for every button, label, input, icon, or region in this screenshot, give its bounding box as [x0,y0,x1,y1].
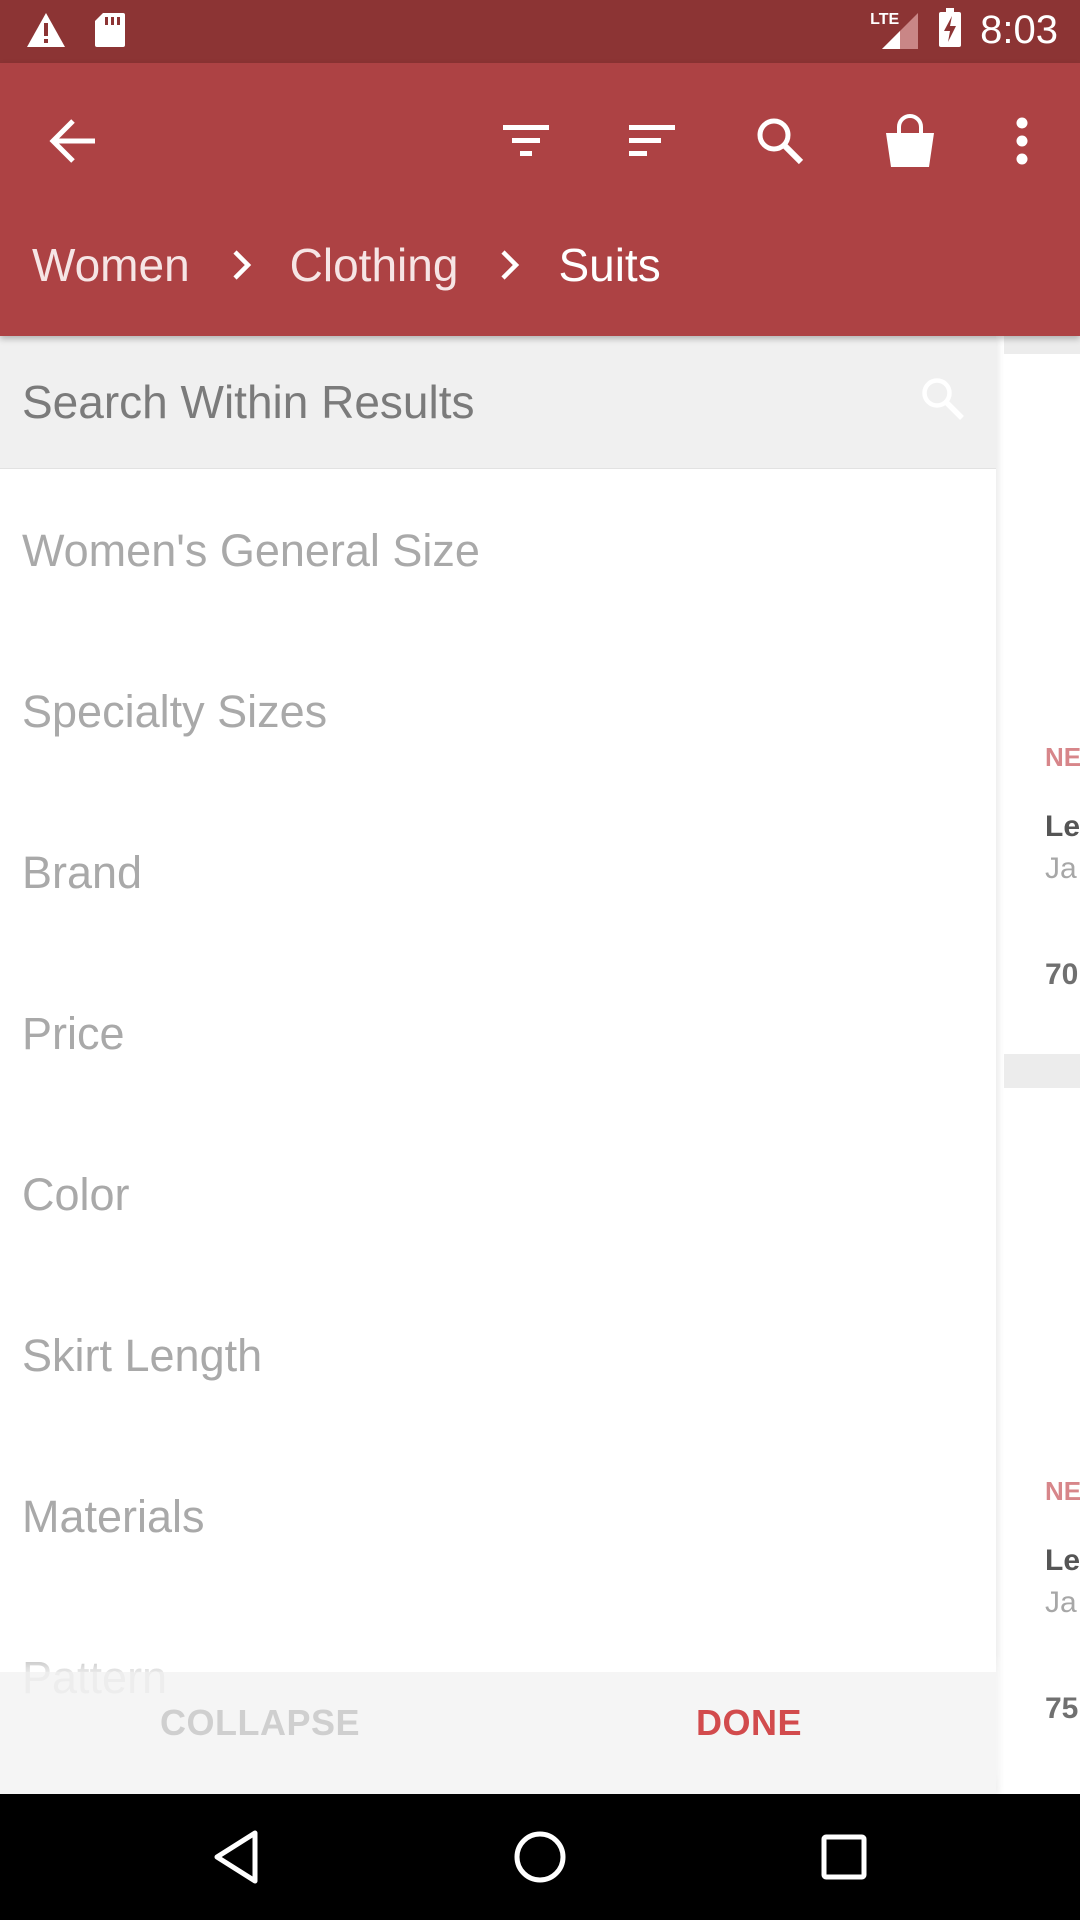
product-price: 70 [1045,958,1079,991]
filter-button[interactable] [486,101,566,181]
breadcrumb-women[interactable]: Women [32,238,190,292]
warning-icon [26,12,66,53]
battery-charging-icon [938,8,962,53]
search-within-input[interactable] [22,360,902,444]
app-bar: Women Clothing Suits [0,63,1080,336]
chevron-right-icon [232,249,252,281]
nav-home-button[interactable] [500,1824,580,1890]
filter-specialty-sizes[interactable]: Specialty Sizes [22,686,327,738]
chevron-right-icon [500,249,520,281]
product-list: NEW Le Ja 70 NEW Le Ja 75 [1004,336,1080,1794]
product-card[interactable]: NEW Le Ja 75 [1004,1088,1080,1794]
back-arrow-icon [49,119,95,163]
back-button[interactable] [34,101,114,181]
product-name: Le [1045,810,1080,843]
product-card[interactable]: NEW Le Ja 70 [1004,354,1080,1054]
search-icon [757,118,804,165]
search-within-results [0,336,996,469]
shopping-bag-icon [886,114,934,167]
filter-icon [503,125,549,156]
filter-price[interactable]: Price [22,1008,125,1060]
sort-icon [629,125,675,156]
home-circle-icon [514,1831,566,1883]
nav-back-button[interactable] [196,1824,276,1890]
sort-button[interactable] [612,101,692,181]
done-button[interactable]: DONE [696,1702,802,1744]
back-triangle-icon [214,1830,258,1884]
product-brand: Ja [1045,852,1077,885]
filter-list: Women's General Size Specialty Sizes Bra… [0,469,996,1794]
sd-card-icon [94,12,126,53]
collapse-button[interactable]: COLLAPSE [160,1702,360,1744]
system-nav-bar [0,1794,1080,1920]
nav-recents-button[interactable] [804,1824,884,1890]
product-price: 75 [1045,1692,1079,1725]
product-badge: NEW [1045,1476,1080,1506]
breadcrumb-clothing[interactable]: Clothing [290,238,459,292]
product-badge: NEW [1045,742,1080,772]
breadcrumb: Women Clothing Suits [32,238,661,292]
filter-womens-general-size[interactable]: Women's General Size [22,525,480,577]
recents-square-icon [821,1834,867,1880]
filter-action-bar: COLLAPSE DONE [0,1672,996,1794]
status-bar: LTE 8:03 [0,0,1080,63]
more-vert-icon [1016,117,1028,165]
shopping-bag-button[interactable] [870,101,950,181]
lte-signal-icon: LTE [870,11,920,51]
filter-color[interactable]: Color [22,1169,130,1221]
more-options-button[interactable] [982,101,1062,181]
search-button[interactable] [740,101,820,181]
filter-skirt-length[interactable]: Skirt Length [22,1330,262,1382]
breadcrumb-suits: Suits [558,239,661,291]
product-name: Le [1045,1544,1080,1577]
filter-panel: Women's General Size Specialty Sizes Bra… [0,336,996,1794]
filter-materials[interactable]: Materials [22,1491,205,1543]
product-brand: Ja [1045,1586,1077,1619]
search-icon[interactable] [920,376,966,427]
filter-brand[interactable]: Brand [22,847,142,899]
status-time: 8:03 [980,8,1058,52]
